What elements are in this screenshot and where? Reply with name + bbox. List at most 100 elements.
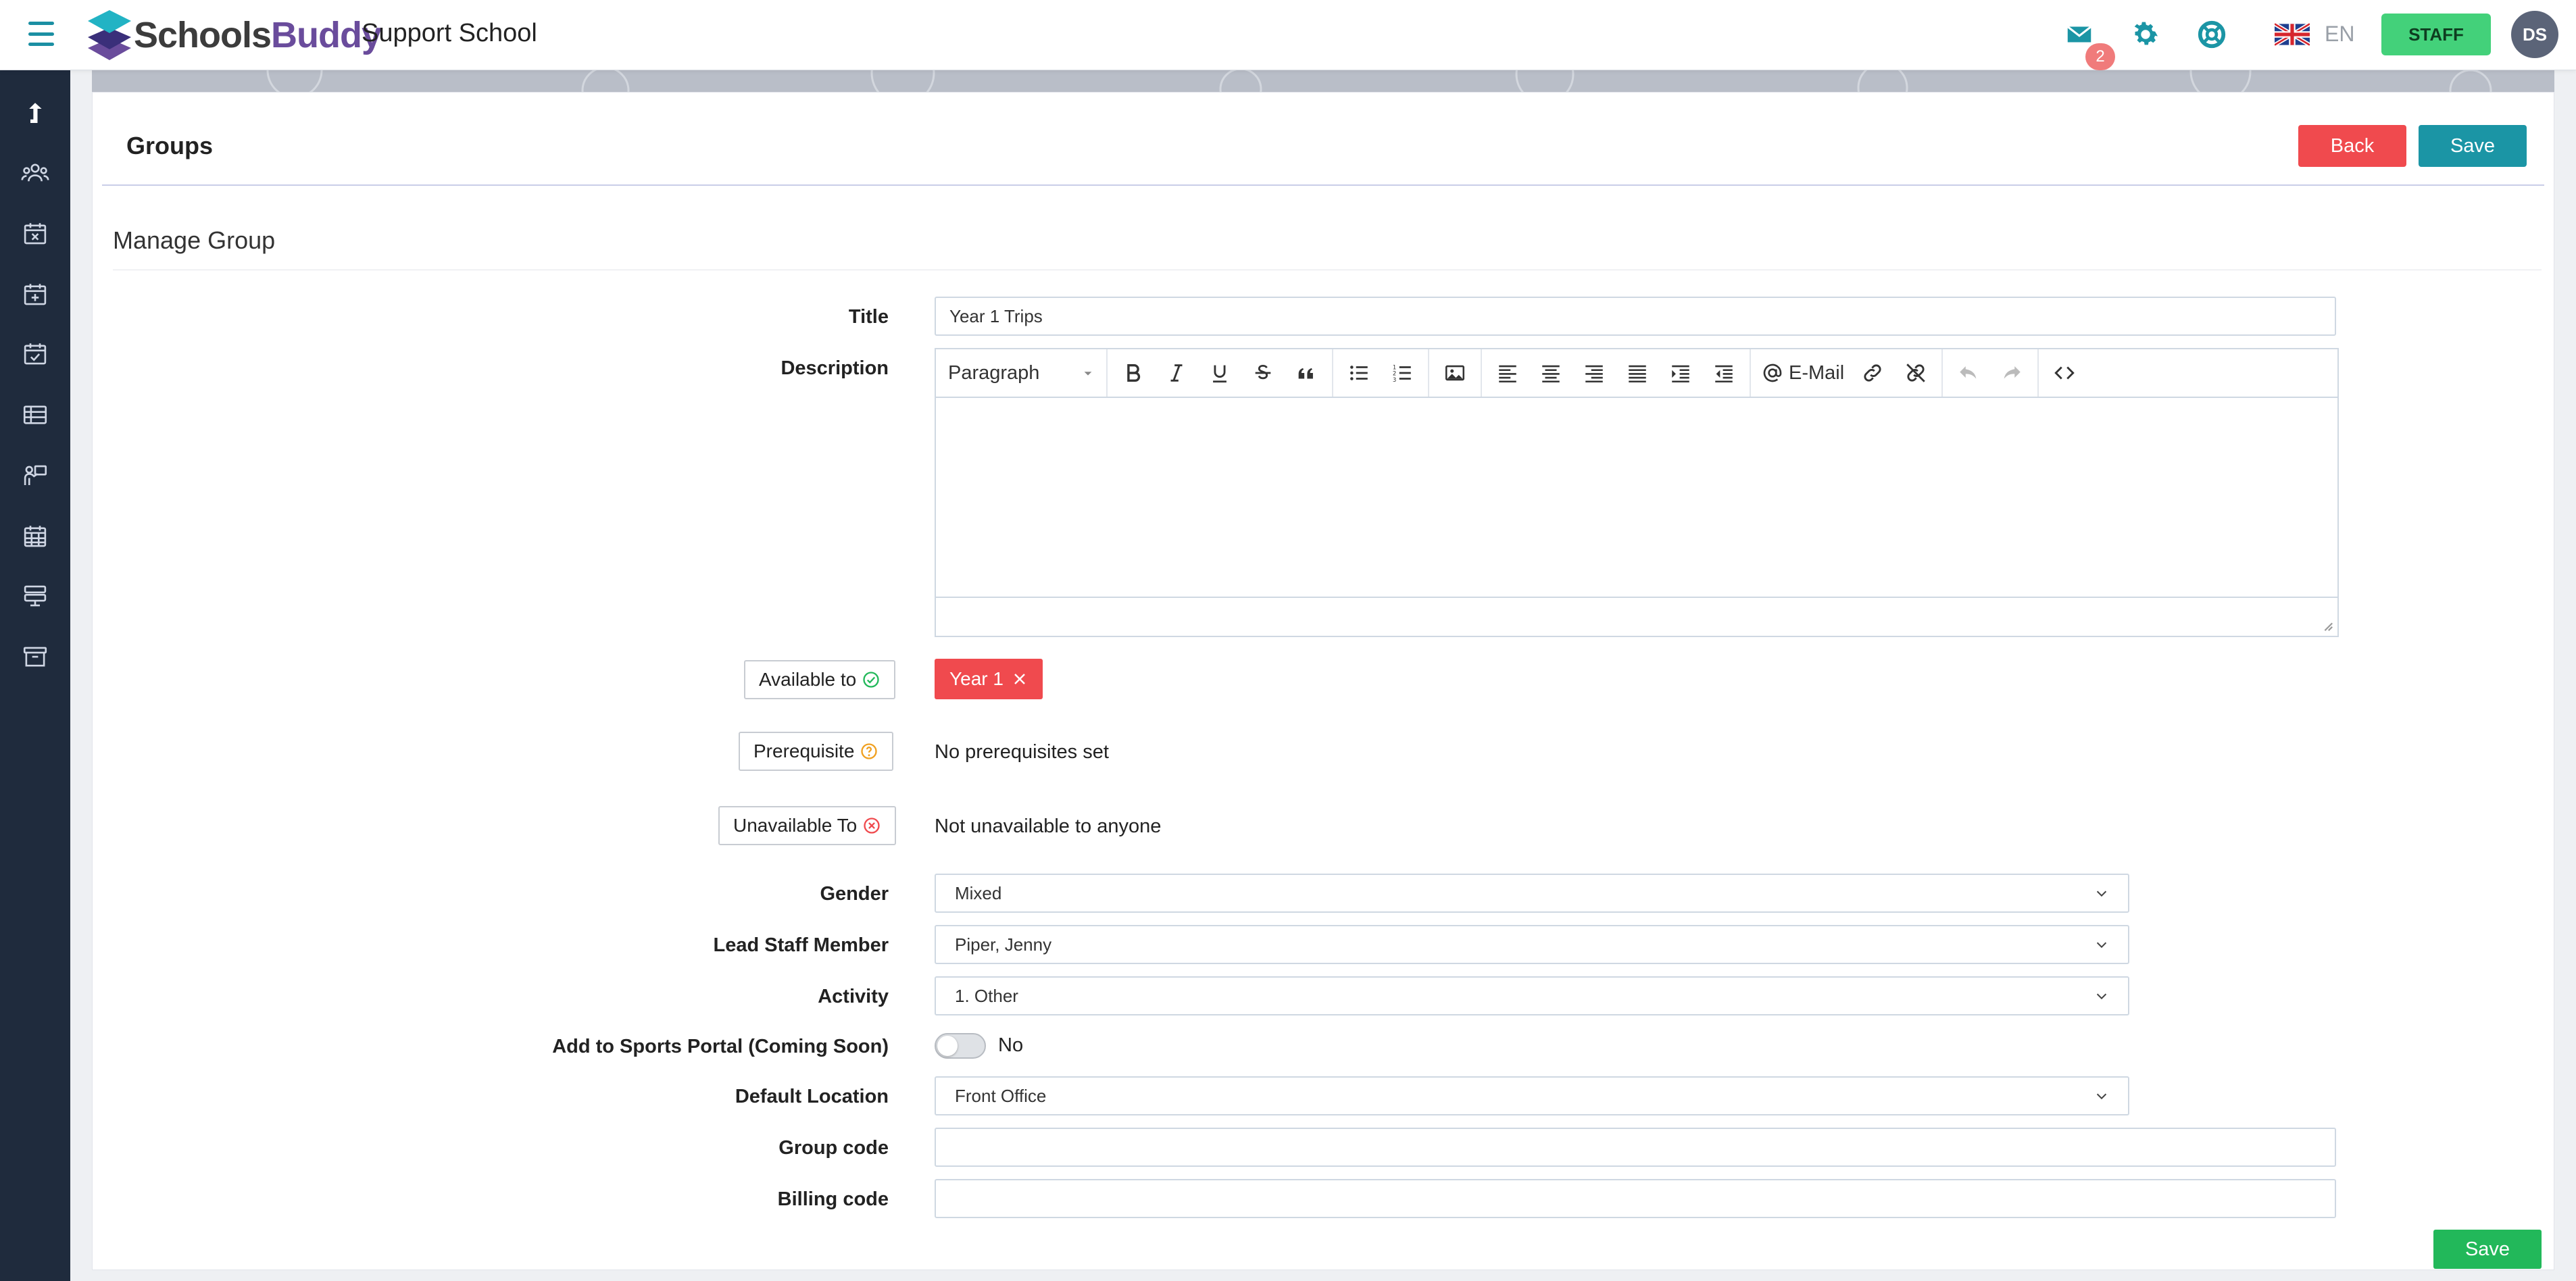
unavailable-to-label: Unavailable To bbox=[733, 815, 858, 836]
svg-text:3: 3 bbox=[1393, 377, 1396, 384]
schoolsbuddy-logo[interactable]: SchoolsBuddy bbox=[86, 8, 382, 62]
insert-link-icon[interactable] bbox=[1851, 353, 1894, 393]
lead-staff-select[interactable]: Piper, Jenny bbox=[935, 925, 2129, 964]
gender-label: Gender bbox=[820, 883, 889, 905]
sidebar-item-lists[interactable] bbox=[16, 577, 54, 615]
sidebar-item-upload[interactable] bbox=[16, 95, 54, 132]
redo-icon[interactable] bbox=[1990, 353, 2033, 393]
sidebar-item-archive[interactable] bbox=[16, 638, 54, 676]
sidebar-item-calendar-check[interactable] bbox=[16, 335, 54, 373]
save-button-bottom[interactable]: Save bbox=[2433, 1230, 2542, 1269]
sidebar-item-staff[interactable] bbox=[16, 457, 54, 495]
uk-flag-icon bbox=[2275, 22, 2310, 46]
sports-portal-label: Add to Sports Portal (Coming Soon) bbox=[552, 1036, 889, 1057]
toolbar-group-source bbox=[2039, 349, 2090, 397]
align-justify-icon[interactable] bbox=[1616, 353, 1659, 393]
numbered-list-icon[interactable]: 123 bbox=[1381, 353, 1424, 393]
calendar-plus-icon bbox=[24, 284, 47, 305]
table-icon bbox=[23, 405, 47, 424]
blockquote-icon[interactable] bbox=[1285, 353, 1328, 393]
outdent-icon[interactable] bbox=[1702, 353, 1745, 393]
chevron-down-icon bbox=[2096, 993, 2107, 1000]
insert-image-icon[interactable] bbox=[1433, 353, 1477, 393]
block-format-select[interactable]: Paragraph bbox=[940, 353, 1102, 393]
hamburger-menu-icon[interactable] bbox=[28, 22, 54, 46]
description-edit-area[interactable] bbox=[936, 398, 2337, 599]
block-format-value: Paragraph bbox=[948, 361, 1040, 384]
sidebar-item-people[interactable] bbox=[16, 154, 54, 192]
source-code-icon[interactable] bbox=[2043, 353, 2086, 393]
sidebar-item-schedule[interactable] bbox=[16, 518, 54, 555]
lead-staff-value: Piper, Jenny bbox=[955, 934, 1052, 955]
billing-code-input[interactable] bbox=[935, 1179, 2336, 1218]
sports-portal-toggle[interactable] bbox=[935, 1033, 986, 1059]
lead-staff-label: Lead Staff Member bbox=[713, 934, 889, 956]
default-location-select[interactable]: Front Office bbox=[935, 1076, 2129, 1115]
remove-tag-icon[interactable] bbox=[1012, 671, 1028, 687]
indent-icon[interactable] bbox=[1659, 353, 1702, 393]
align-center-icon[interactable] bbox=[1529, 353, 1572, 393]
prerequisite-value: No prerequisites set bbox=[935, 741, 1109, 763]
title-input[interactable]: Year 1 Trips bbox=[935, 297, 2336, 336]
settings-gear-icon[interactable] bbox=[2130, 19, 2161, 50]
x-circle-icon bbox=[864, 818, 880, 834]
unread-count-badge: 2 bbox=[2085, 43, 2115, 70]
header-banner bbox=[92, 70, 2554, 92]
editor-statusbar bbox=[936, 597, 2337, 636]
activity-select[interactable]: 1. Other bbox=[935, 976, 2129, 1015]
person-board-icon bbox=[24, 465, 47, 485]
sidebar bbox=[0, 70, 70, 1281]
school-name: Support School bbox=[362, 19, 537, 47]
save-button-top[interactable]: Save bbox=[2419, 125, 2527, 167]
toolbar-group-lists: 123 bbox=[1333, 349, 1429, 397]
available-to-tag[interactable]: Year 1 bbox=[935, 659, 1043, 699]
default-location-value: Front Office bbox=[955, 1085, 1047, 1106]
unavailable-to-button[interactable]: Unavailable To bbox=[718, 806, 897, 845]
banner-pattern bbox=[92, 70, 2554, 92]
align-right-icon[interactable] bbox=[1572, 353, 1616, 393]
staff-role-button[interactable]: STAFF bbox=[2381, 14, 2491, 55]
language-code: EN bbox=[2325, 22, 2355, 46]
underline-icon[interactable] bbox=[1198, 353, 1241, 393]
strikethrough-icon[interactable] bbox=[1241, 353, 1285, 393]
gender-select[interactable]: Mixed bbox=[935, 874, 2129, 913]
group-code-input[interactable] bbox=[935, 1128, 2336, 1167]
unavailable-to-value: Not unavailable to anyone bbox=[935, 815, 1162, 837]
available-to-button[interactable]: Available to bbox=[744, 660, 896, 699]
remove-link-icon[interactable] bbox=[1894, 353, 1937, 393]
sidebar-item-calendar-add[interactable] bbox=[16, 276, 54, 313]
undo-icon[interactable] bbox=[1947, 353, 1990, 393]
resize-handle-icon[interactable] bbox=[2321, 620, 2333, 632]
main-panel: Groups Back Save Manage Group Title Year… bbox=[92, 92, 2554, 1270]
sidebar-item-calendar-cancel[interactable] bbox=[16, 215, 54, 253]
description-editor: Paragraph 123 E-Mail bbox=[935, 348, 2339, 637]
insert-email-button[interactable]: E-Mail bbox=[1755, 353, 1851, 393]
calendar-grid-icon bbox=[24, 526, 47, 547]
toolbar-group-format: Paragraph bbox=[936, 349, 1108, 397]
brand-part-schools: Schools bbox=[134, 15, 272, 55]
toggle-knob bbox=[937, 1036, 958, 1056]
default-location-label: Default Location bbox=[735, 1086, 889, 1107]
chevron-down-icon bbox=[2096, 1093, 2107, 1100]
activity-label: Activity bbox=[818, 986, 889, 1007]
available-to-tag-label: Year 1 bbox=[949, 668, 1004, 689]
archive-icon bbox=[23, 647, 47, 667]
activity-value: 1. Other bbox=[955, 985, 1018, 1006]
toolbar-group-text bbox=[1108, 349, 1333, 397]
align-left-icon[interactable] bbox=[1486, 353, 1529, 393]
toolbar-group-media bbox=[1429, 349, 1482, 397]
bullet-list-icon[interactable] bbox=[1337, 353, 1381, 393]
toolbar-group-links: E-Mail bbox=[1751, 349, 1943, 397]
bold-icon[interactable] bbox=[1112, 353, 1155, 393]
back-button[interactable]: Back bbox=[2298, 125, 2406, 167]
people-icon bbox=[21, 164, 49, 182]
sidebar-item-table[interactable] bbox=[16, 396, 54, 434]
available-to-label: Available to bbox=[759, 669, 857, 690]
logo-mark-icon bbox=[88, 10, 131, 60]
language-selector[interactable]: EN bbox=[2275, 22, 2354, 47]
user-avatar[interactable]: DS bbox=[2511, 11, 2558, 58]
italic-icon[interactable] bbox=[1155, 353, 1198, 393]
prerequisite-button[interactable]: Prerequisite bbox=[739, 732, 894, 771]
support-lifebuoy-icon[interactable] bbox=[2196, 19, 2227, 50]
gender-value: Mixed bbox=[955, 882, 1002, 903]
